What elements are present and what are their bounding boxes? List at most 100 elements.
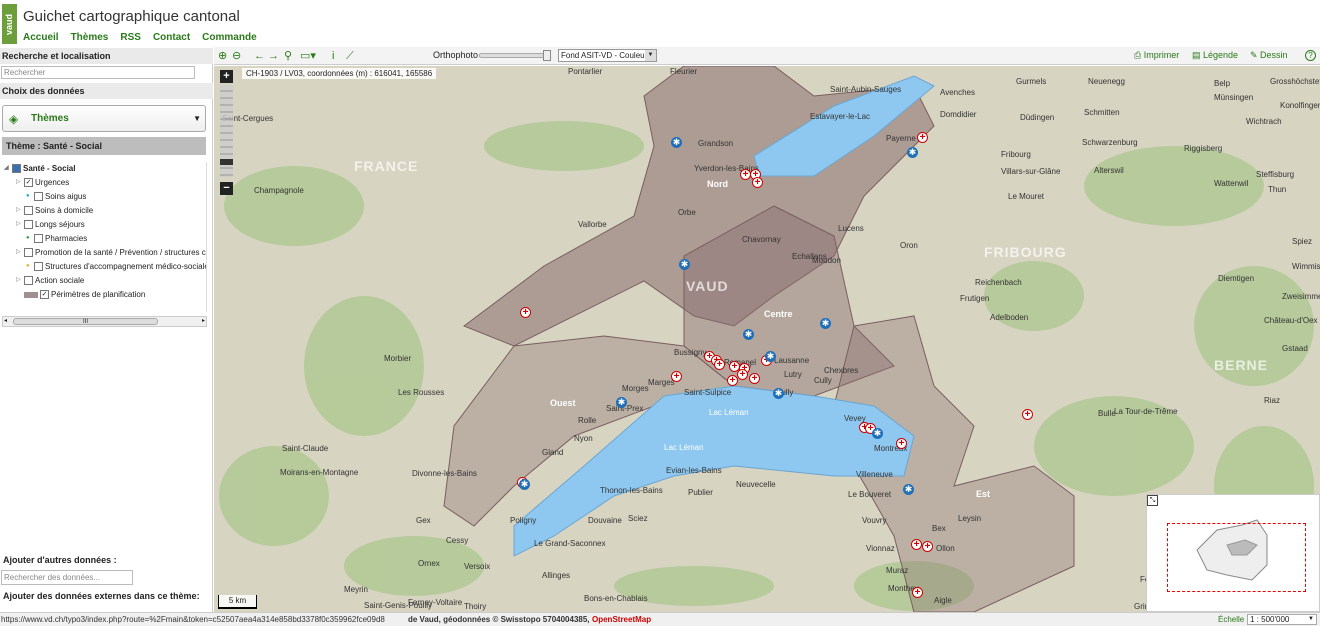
forward-arrow-icon[interactable]: → [268,49,279,63]
place-label: Chavornay [742,235,781,244]
emergency-marker-icon[interactable]: ✱ [743,329,754,340]
checkbox-checked[interactable]: ✓ [40,290,49,300]
legend-button[interactable]: ▤ Légende [1192,50,1238,61]
link-icon[interactable]: ⚲ [284,49,292,63]
place-label: Fleurier [670,67,698,76]
emergency-marker-icon[interactable]: ✱ [765,351,776,362]
scroll-thumb[interactable]: III [13,318,158,325]
measure-icon[interactable]: ▭▾ [300,49,316,63]
tree-node-pharmacies[interactable]: ● Pharmacies [26,232,87,245]
emergency-marker-icon[interactable]: ✱ [903,484,914,495]
hospital-marker-icon[interactable]: + [714,359,725,370]
back-arrow-icon[interactable]: ← [254,49,265,63]
print-label: Imprimer [1143,50,1180,60]
themes-button[interactable]: ◈ Thèmes ▼ [2,105,206,132]
scale-label: Échelle [1218,615,1245,624]
draw-button[interactable]: ✎ Dessin [1250,50,1288,61]
place-label: Estavayer-le-Lac [810,112,871,121]
nav-commande[interactable]: Commande [202,32,256,43]
overview-extent[interactable] [1167,523,1306,592]
checkbox[interactable] [24,248,33,258]
tree-node-promotion[interactable]: ▷ Promotion de la santé / Prévention / st… [16,246,206,259]
checkbox[interactable] [24,206,33,216]
tree-node-soins-aigus[interactable]: ● Soins aigus [26,190,86,203]
checkbox[interactable] [24,276,33,286]
collapse-icon[interactable]: ▷ [16,204,24,217]
tree-node-action-sociale[interactable]: ▷ Action sociale [16,274,84,287]
basemap-select[interactable]: Fond ASIT-VD - Couleur ▼ [558,49,657,62]
hospital-marker-icon[interactable]: + [727,375,738,386]
tree-node-structures[interactable]: ● Structures d'accompagnement médico-soci… [26,260,206,273]
checkbox-checked[interactable]: ✓ [24,178,33,188]
emergency-marker-icon[interactable]: ✱ [907,147,918,158]
district-label-ouest: Ouest [550,398,576,408]
scroll-left-icon[interactable]: ◂ [4,317,7,324]
emergency-marker-icon[interactable]: ✱ [872,428,883,439]
add-data-search-input[interactable]: Rechercher des données... [1,570,133,585]
tree-node-longs-sejours[interactable]: ▷ Longs séjours [16,218,85,231]
hospital-marker-icon[interactable]: + [749,373,760,384]
openstreetmap-link[interactable]: OpenStreetMap [592,613,651,626]
scale-select[interactable]: 1 : 500'000 ▼ [1247,614,1317,625]
perimeter-legend-swatch [24,291,38,298]
zoom-plus-button[interactable]: + [220,70,233,83]
hospital-marker-icon[interactable]: + [520,307,531,318]
orthophoto-slider[interactable] [479,50,551,61]
hospital-marker-icon[interactable]: + [911,539,922,550]
emergency-marker-icon[interactable]: ✱ [773,388,784,399]
hospital-marker-icon[interactable]: + [912,587,923,598]
emergency-marker-icon[interactable]: ✱ [519,479,530,490]
checkbox[interactable] [24,220,33,230]
place-label: Les Rousses [398,388,445,397]
tree-node-urgences[interactable]: ▷ ✓ Urgences [16,176,69,189]
collapse-icon[interactable]: ▷ [16,218,24,231]
chevron-down-icon[interactable]: ▼ [1308,615,1314,624]
hospital-marker-icon[interactable]: + [896,438,907,449]
emergency-marker-icon[interactable]: ✱ [671,137,682,148]
print-button[interactable]: ⎙ Imprimer [1134,50,1179,61]
tree-horizontal-scrollbar[interactable]: ◂ III ▸ [2,316,207,327]
collapse-icon[interactable]: ▷ [16,176,24,189]
place-label: Frutigen [960,294,990,303]
tree-node-sante-social[interactable]: ◢ Santé - Social [4,162,75,175]
help-button[interactable]: ? [1305,50,1316,61]
checkbox[interactable] [12,164,21,174]
zoom-out-icon[interactable]: ⊖ [232,49,241,63]
profile-icon[interactable]: ⟋ [346,49,354,63]
tree-node-perimetres[interactable]: ✓ Périmètres de planification [24,288,145,301]
search-input[interactable]: Rechercher [1,66,195,79]
checkbox[interactable] [34,192,43,202]
nav-accueil[interactable]: Accueil [23,32,59,43]
nav-contact[interactable]: Contact [153,32,190,43]
hospital-marker-icon[interactable]: + [922,541,933,552]
zoom-minus-button[interactable]: − [220,182,233,195]
place-label: Vallorbe [578,220,607,229]
map-canvas[interactable]: FRANCE VAUD FRIBOURG BERNE Nord Centre O… [214,66,1320,612]
nav-themes[interactable]: Thèmes [71,32,109,43]
place-label: Riaz [1264,396,1281,405]
hospital-marker-icon[interactable]: + [1022,409,1033,420]
checkbox[interactable] [34,234,43,244]
chevron-down-icon[interactable]: ▼ [645,50,656,61]
hospital-marker-icon[interactable]: + [737,369,748,380]
hospital-marker-icon[interactable]: + [671,371,682,382]
slider-knob[interactable] [543,50,551,61]
checkbox[interactable] [34,262,43,272]
emergency-marker-icon[interactable]: ✱ [616,397,627,408]
overview-map[interactable]: ⤡ [1146,494,1320,612]
info-icon[interactable]: i [332,49,334,63]
hospital-marker-icon[interactable]: + [752,177,763,188]
zoom-in-icon[interactable]: ⊕ [218,49,227,63]
emergency-marker-icon[interactable]: ✱ [820,318,831,329]
collapse-icon[interactable]: ▷ [16,246,24,259]
expand-icon[interactable]: ◢ [4,162,12,175]
collapse-icon[interactable]: ▷ [16,274,24,287]
emergency-marker-icon[interactable]: ✱ [679,259,690,270]
nav-rss[interactable]: RSS [120,32,141,43]
place-label: Münsingen [1214,93,1254,102]
zoom-knob[interactable] [220,159,233,165]
hospital-marker-icon[interactable]: + [917,132,928,143]
tree-node-soins-domicile[interactable]: ▷ Soins à domicile [16,204,93,217]
scroll-right-icon[interactable]: ▸ [202,317,205,324]
tree-label: Longs séjours [35,220,85,229]
